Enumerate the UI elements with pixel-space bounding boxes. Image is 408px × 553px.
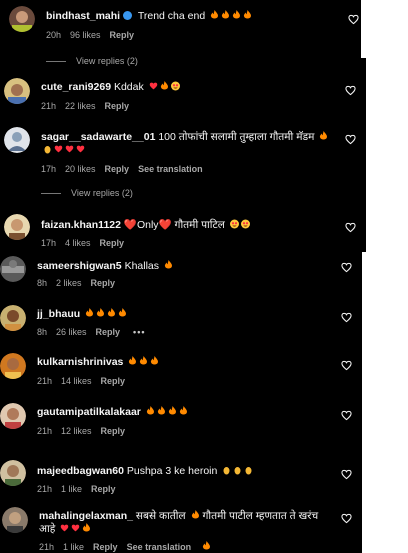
reply-button[interactable]: Reply xyxy=(105,164,130,174)
like-count[interactable]: 4 likes xyxy=(65,238,91,248)
comment-username[interactable]: gautamipatilkalakaar xyxy=(37,406,141,418)
comment-username[interactable]: cute_rani9269 xyxy=(41,81,111,93)
comment-time: 21h xyxy=(41,101,57,111)
like-heart-icon[interactable] xyxy=(345,134,356,145)
avatar[interactable] xyxy=(0,403,26,429)
view-replies-button[interactable]: View replies (2) xyxy=(41,188,133,198)
avatar[interactable] xyxy=(0,305,26,331)
comment-time: 17h xyxy=(41,238,57,248)
reply-button[interactable]: Reply xyxy=(91,484,116,494)
like-heart-icon[interactable] xyxy=(341,262,352,273)
comment-username[interactable]: faizan.khan1122 xyxy=(41,219,121,231)
fire-emoji xyxy=(126,356,159,368)
reply-button[interactable]: Reply xyxy=(101,376,126,386)
reply-button[interactable]: Reply xyxy=(93,542,118,552)
comment-text-line2: आहे xyxy=(39,523,56,535)
comments-panel-1 xyxy=(0,0,361,58)
comment-time: 8h xyxy=(37,278,48,288)
avatar[interactable] xyxy=(0,460,26,486)
fire-emoji xyxy=(162,260,173,272)
like-count[interactable]: 20 likes xyxy=(65,164,96,174)
like-count[interactable]: 2 likes xyxy=(56,278,82,288)
comment-time: 8h xyxy=(37,327,48,337)
reply-button[interactable]: Reply xyxy=(101,426,126,436)
clap-heart-emoji xyxy=(41,144,85,156)
comment-username[interactable]: sagar__sadawarte__01 xyxy=(41,131,155,143)
avatar[interactable] xyxy=(4,127,30,153)
comment-time: 21h xyxy=(37,426,53,436)
comment-text: Trend cha end xyxy=(137,10,206,22)
fire-emoji xyxy=(208,10,252,22)
clap-emoji xyxy=(220,465,253,477)
more-options-icon[interactable]: ••• xyxy=(133,327,145,337)
comment-username[interactable]: sameershigwan5 xyxy=(37,260,122,272)
like-heart-icon[interactable] xyxy=(348,14,359,25)
fire-emoji xyxy=(189,510,200,522)
comment-text: 100 तोफांची सलामी तुम्हाला गौतमी मॅडम xyxy=(158,131,315,143)
like-count[interactable]: 14 likes xyxy=(61,376,92,386)
reply-button[interactable]: Reply xyxy=(91,278,116,288)
comment-text-continued: गौतमी पाटील म्हणतात ते खरंच xyxy=(202,510,319,522)
heart-fire-emoji xyxy=(58,523,91,535)
avatar[interactable] xyxy=(9,6,35,32)
comment-username[interactable]: bindhast_mahi xyxy=(46,10,120,22)
comment-time: 21h xyxy=(37,376,53,386)
fire-emoji xyxy=(200,541,211,552)
like-heart-icon[interactable] xyxy=(341,410,352,421)
comment-text: Pushpa 3 ke heroin xyxy=(126,465,218,477)
like-heart-icon[interactable] xyxy=(345,222,356,233)
reply-button[interactable]: Reply xyxy=(96,327,121,337)
comment-text: Khallas xyxy=(124,260,160,272)
avatar[interactable] xyxy=(0,256,26,282)
comment-text: Kddak xyxy=(113,81,144,93)
like-count[interactable]: 96 likes xyxy=(70,30,101,40)
comment-text: ❤️Only❤️ गौतमी पाटिल xyxy=(123,219,225,231)
like-count[interactable]: 22 likes xyxy=(65,101,96,111)
fire-emoji xyxy=(83,308,127,320)
comment-time: 21h xyxy=(39,542,55,552)
comment-time: 17h xyxy=(41,164,57,174)
heart-fire-emoji xyxy=(147,81,180,93)
heart-eyes-emoji xyxy=(228,219,250,231)
see-translation-button[interactable]: See translation xyxy=(127,542,192,552)
like-count[interactable]: 1 like xyxy=(63,542,84,552)
fire-emoji xyxy=(317,131,328,143)
like-heart-icon[interactable] xyxy=(341,469,352,480)
comment-username[interactable]: jj_bhauu xyxy=(37,308,80,320)
comment-username[interactable]: majeedbagwan60 xyxy=(37,465,124,477)
like-count[interactable]: 26 likes xyxy=(56,327,87,337)
see-translation-button[interactable]: See translation xyxy=(138,164,203,174)
like-heart-icon[interactable] xyxy=(341,360,352,371)
like-count[interactable]: 1 like xyxy=(61,484,82,494)
verified-badge-icon xyxy=(123,11,133,20)
comment-text: सबसे कातील xyxy=(135,510,186,522)
reply-button[interactable]: Reply xyxy=(110,30,135,40)
avatar[interactable] xyxy=(0,353,26,379)
comment-time: 21h xyxy=(37,484,53,494)
view-replies-button[interactable]: View replies (2) xyxy=(46,56,138,66)
like-heart-icon[interactable] xyxy=(341,312,352,323)
reply-button[interactable]: Reply xyxy=(100,238,125,248)
comment-time: 20h xyxy=(46,30,62,40)
reply-button[interactable]: Reply xyxy=(105,101,130,111)
like-count[interactable]: 12 likes xyxy=(61,426,92,436)
avatar[interactable] xyxy=(4,78,30,104)
like-heart-icon[interactable] xyxy=(345,85,356,96)
fire-emoji xyxy=(144,406,188,418)
avatar[interactable] xyxy=(2,507,28,533)
like-heart-icon[interactable] xyxy=(341,513,352,524)
avatar[interactable] xyxy=(4,214,30,240)
comment-username[interactable]: kulkarnishrinivas xyxy=(37,356,123,368)
comment-username[interactable]: mahalingelaxman_ xyxy=(39,510,133,522)
